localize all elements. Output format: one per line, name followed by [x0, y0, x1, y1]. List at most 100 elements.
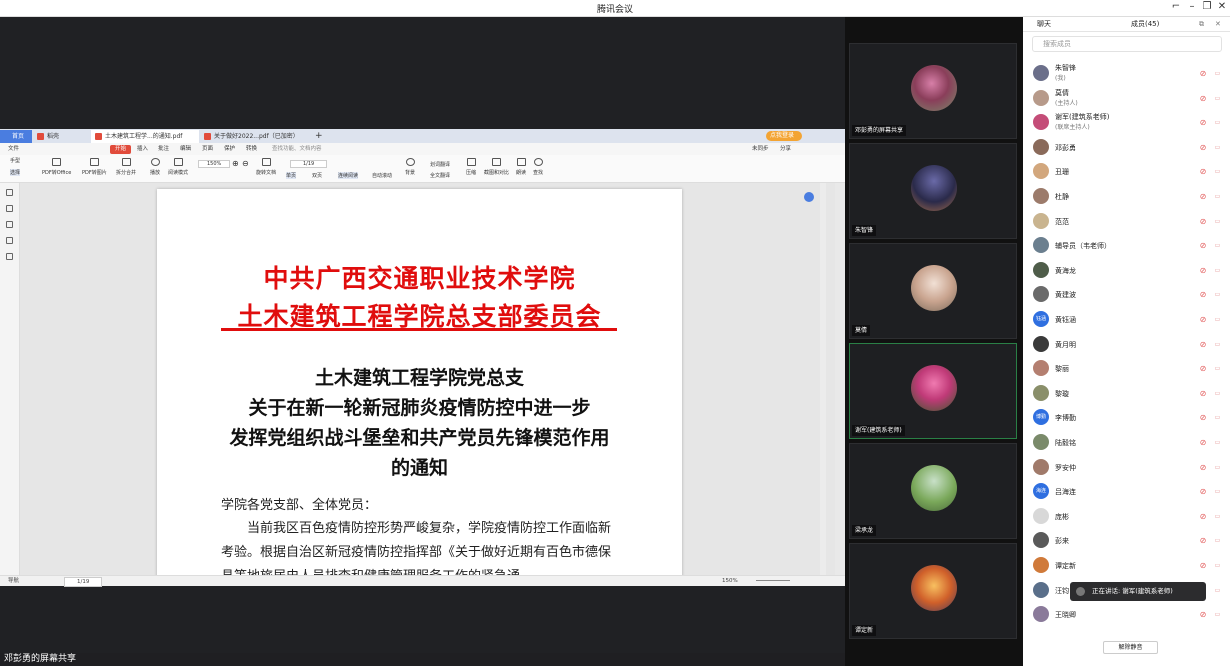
mic-muted-icon[interactable]: ⊘ — [1199, 512, 1207, 521]
mic-muted-icon[interactable]: ⊘ — [1199, 143, 1207, 152]
popout-icon[interactable]: ⧉ — [1199, 17, 1204, 32]
page-number-input[interactable]: 1/19 — [290, 160, 328, 168]
camera-off-icon[interactable]: ▭ — [1213, 438, 1222, 447]
background-button[interactable]: 背景 — [405, 158, 415, 176]
member-row[interactable]: 辅导员（韦老师） ⊘ ▭ — [1023, 234, 1230, 259]
camera-off-icon[interactable]: ▭ — [1213, 340, 1222, 349]
camera-off-icon[interactable]: ▭ — [1213, 315, 1222, 324]
mic-muted-icon[interactable]: ⊘ — [1199, 413, 1207, 422]
navigation-toggle[interactable]: 导航 — [8, 576, 19, 586]
camera-off-icon[interactable]: ▭ — [1213, 167, 1222, 176]
screenshot-compare-button[interactable]: 截图和对比 — [484, 158, 509, 176]
thumbnail-icon[interactable] — [6, 205, 13, 212]
member-row[interactable]: 谭定新 ⊘ ▭ — [1023, 554, 1230, 579]
camera-off-icon[interactable]: ▭ — [1213, 389, 1222, 398]
single-page-button[interactable]: 单页 — [286, 172, 297, 179]
member-search-input[interactable]: 搜索成员 — [1032, 36, 1222, 52]
member-row[interactable]: 杜静 ⊘ ▭ — [1023, 185, 1230, 210]
menu-annotate[interactable]: 批注 — [158, 143, 169, 155]
tab-docer[interactable]: 稻壳 — [33, 130, 91, 143]
pin-icon[interactable]: ⌐ — [1168, 1, 1184, 12]
restore-icon[interactable]: ❐ — [1199, 1, 1215, 12]
menu-convert[interactable]: 转换 — [246, 143, 257, 155]
tab-home[interactable]: 首页 — [0, 130, 32, 143]
zoom-slider[interactable] — [756, 580, 790, 581]
mic-muted-icon[interactable]: ⊘ — [1199, 241, 1207, 250]
tab-encrypted-pdf[interactable]: 关于做好2022...pdf（已加密） — [200, 130, 308, 143]
member-row[interactable]: 陆毅铭 ⊘ ▭ — [1023, 431, 1230, 456]
video-tile[interactable]: 梁承龙 — [849, 443, 1017, 539]
hand-tool[interactable]: 手型 — [10, 157, 20, 164]
menu-page[interactable]: 页面 — [202, 143, 213, 155]
mic-muted-icon[interactable]: ⊘ — [1199, 610, 1207, 619]
member-row[interactable]: 朱智锋 (我) ⊘ ▭ — [1023, 62, 1230, 87]
menu-share[interactable]: 分享 — [780, 143, 791, 155]
member-row[interactable]: 范范 ⊘ ▭ — [1023, 210, 1230, 235]
member-row[interactable]: 丑珊 ⊘ ▭ — [1023, 160, 1230, 185]
camera-off-icon[interactable]: ▭ — [1213, 536, 1222, 545]
menu-search[interactable]: 查找功能、文档内容 — [272, 143, 322, 155]
zoom-in-icon[interactable]: ⊕ — [232, 159, 239, 168]
play-button[interactable]: 播放 — [150, 158, 160, 176]
document-viewport[interactable]: 中共广西交通职业技术学院 土木建筑工程学院总支部委员会 土木建筑工程学院党总支 … — [20, 183, 835, 575]
mic-muted-icon[interactable]: ⊘ — [1199, 69, 1207, 78]
tab-members[interactable]: 成员(45) — [1131, 17, 1159, 32]
camera-off-icon[interactable]: ▭ — [1213, 241, 1222, 250]
status-page-input[interactable]: 1/19 — [64, 577, 103, 587]
member-row[interactable]: 谢军(建筑系老师) (联席主持人) ⊘ ▭ — [1023, 111, 1230, 136]
unmute-button[interactable]: 解除静音 — [1103, 641, 1158, 654]
minimize-icon[interactable]: – — [1184, 1, 1200, 12]
camera-off-icon[interactable]: ▭ — [1213, 610, 1222, 619]
translate-selection-button[interactable]: 划词翻译 — [430, 161, 450, 168]
camera-off-icon[interactable]: ▭ — [1213, 143, 1222, 152]
mic-muted-icon[interactable]: ⊘ — [1199, 438, 1207, 447]
compress-button[interactable]: 压缩 — [466, 158, 476, 176]
member-row[interactable]: 黄建波 ⊘ ▭ — [1023, 283, 1230, 308]
zoom-out-icon[interactable]: ⊖ — [242, 159, 249, 168]
camera-off-icon[interactable]: ▭ — [1213, 487, 1222, 496]
read-mode-button[interactable]: 阅读模式 — [168, 158, 188, 176]
camera-off-icon[interactable]: ▭ — [1213, 364, 1222, 373]
double-page-button[interactable]: 双页 — [312, 172, 322, 179]
close-icon[interactable]: ✕ — [1214, 1, 1230, 12]
camera-off-icon[interactable]: ▭ — [1213, 217, 1222, 226]
member-row[interactable]: 王晓卿 ⊘ ▭ — [1023, 603, 1230, 628]
menu-start[interactable]: 开始 — [110, 145, 132, 154]
mic-muted-icon[interactable]: ⊘ — [1199, 561, 1207, 570]
read-aloud-button[interactable]: 朗读 — [516, 158, 526, 176]
find-button[interactable]: 查找 — [533, 158, 543, 176]
rotate-button[interactable]: 旋转文档 — [256, 158, 276, 176]
member-row[interactable]: 黄月明 ⊘ ▭ — [1023, 333, 1230, 358]
attachment-icon[interactable] — [6, 237, 13, 244]
member-row[interactable]: 黎璇 ⊘ ▭ — [1023, 382, 1230, 407]
camera-off-icon[interactable]: ▭ — [1213, 69, 1222, 78]
mic-muted-icon[interactable]: ⊘ — [1199, 487, 1207, 496]
continuous-read-button[interactable]: 连续阅读 — [338, 172, 359, 179]
mic-muted-icon[interactable]: ⊘ — [1199, 536, 1207, 545]
mic-muted-icon[interactable]: ⊘ — [1199, 118, 1207, 127]
mic-muted-icon[interactable]: ⊘ — [1199, 364, 1207, 373]
video-tile[interactable]: 朱智锋 — [849, 143, 1017, 239]
member-row[interactable]: 黎丽 ⊘ ▭ — [1023, 357, 1230, 382]
video-tile[interactable]: 邓彭勇的屏幕共享 — [849, 43, 1017, 139]
mic-muted-icon[interactable]: ⊘ — [1199, 167, 1207, 176]
member-row[interactable]: 海连 吕海连 ⊘ ▭ — [1023, 480, 1230, 505]
camera-off-icon[interactable]: ▭ — [1213, 192, 1222, 201]
video-tile[interactable]: 谭定新 — [849, 543, 1017, 639]
tab-chat[interactable]: 聊天 — [1037, 17, 1051, 32]
camera-off-icon[interactable]: ▭ — [1213, 94, 1222, 103]
signature-icon[interactable] — [6, 253, 13, 260]
menu-edit[interactable]: 编辑 — [180, 143, 191, 155]
menu-sync[interactable]: 未同步 — [752, 143, 769, 155]
mic-muted-icon[interactable]: ⊘ — [1199, 94, 1207, 103]
member-row[interactable]: 博勤 李博勤 ⊘ ▭ — [1023, 406, 1230, 431]
mic-muted-icon[interactable]: ⊘ — [1199, 266, 1207, 275]
camera-off-icon[interactable]: ▭ — [1213, 561, 1222, 570]
comment-icon[interactable] — [6, 221, 13, 228]
assistant-icon[interactable] — [804, 192, 814, 202]
pdf-to-office-button[interactable]: PDF转Office — [42, 158, 71, 176]
camera-off-icon[interactable]: ▭ — [1213, 463, 1222, 472]
video-tile[interactable]: 莫倩 — [849, 243, 1017, 339]
mic-muted-icon[interactable]: ⊘ — [1199, 389, 1207, 398]
video-tile-active-speaker[interactable]: 谢军(建筑系老师) — [849, 343, 1017, 439]
